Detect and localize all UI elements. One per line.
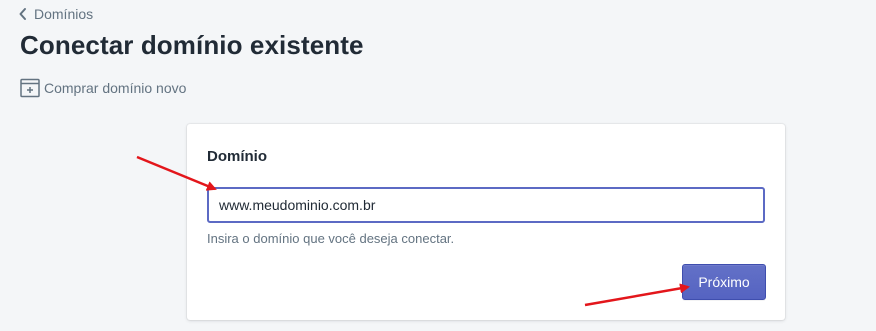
buy-new-domain-label: Comprar domínio novo bbox=[44, 80, 187, 96]
buy-new-domain-link[interactable]: Comprar domínio novo bbox=[20, 78, 186, 98]
card-title: Domínio bbox=[207, 148, 267, 165]
help-text: Insira o domínio que você deseja conecta… bbox=[207, 231, 455, 246]
domain-card: Domínio Insira o domínio que você deseja… bbox=[187, 124, 785, 320]
calendar-plus-icon bbox=[20, 78, 40, 98]
breadcrumb-label: Domínios bbox=[34, 6, 94, 22]
chevron-left-icon bbox=[18, 7, 28, 21]
next-button[interactable]: Próximo bbox=[682, 264, 766, 300]
breadcrumb[interactable]: Domínios bbox=[18, 6, 93, 22]
page-title: Conectar domínio existente bbox=[20, 30, 364, 60]
domain-input[interactable] bbox=[207, 187, 765, 223]
